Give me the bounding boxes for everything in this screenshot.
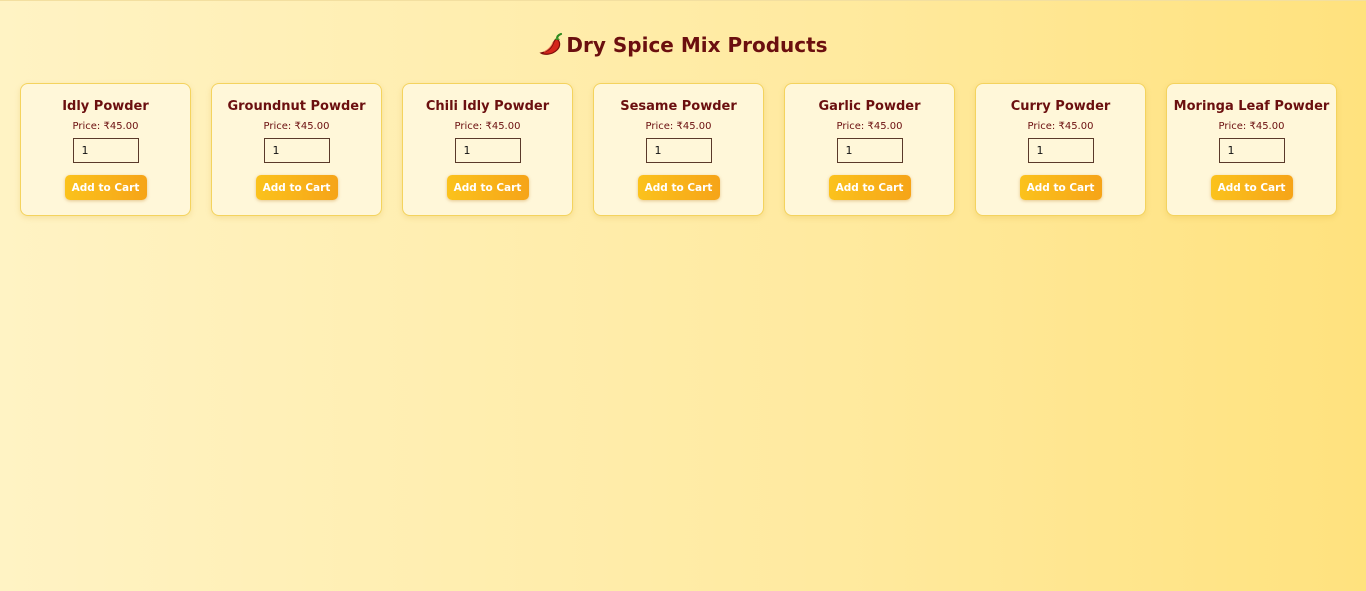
product-card: Groundnut Powder Price: ₹45.00 Add to Ca…	[211, 83, 382, 216]
page-title: Dry Spice Mix Products	[0, 31, 1366, 59]
product-price: Price: ₹45.00	[212, 120, 381, 134]
chili-pepper-icon	[539, 32, 563, 55]
price-value: ₹45.00	[1249, 121, 1285, 132]
price-label: Price:	[454, 121, 486, 132]
quantity-input[interactable]	[454, 138, 521, 163]
product-card: Idly Powder Price: ₹45.00 Add to Cart	[20, 83, 191, 216]
product-name: Sesame Powder	[620, 99, 737, 114]
page-title-text: Dry Spice Mix Products	[566, 33, 828, 57]
product-name: Groundnut Powder	[227, 99, 366, 114]
product-price: Price: ₹45.00	[21, 120, 190, 134]
add-to-cart-button[interactable]: Add to Cart	[446, 175, 529, 200]
price-label: Price:	[263, 121, 295, 132]
quantity-input[interactable]	[1027, 138, 1094, 163]
quantity-input[interactable]	[1218, 138, 1285, 163]
price-label: Price:	[1027, 121, 1059, 132]
add-to-cart-button[interactable]: Add to Cart	[828, 175, 911, 200]
product-name: Curry Powder	[1010, 99, 1111, 114]
price-label: Price:	[1218, 121, 1250, 132]
product-name: Garlic Powder	[818, 99, 921, 114]
price-label: Price:	[72, 121, 104, 132]
price-label: Price:	[836, 121, 868, 132]
add-to-cart-button[interactable]: Add to Cart	[1210, 175, 1293, 200]
add-to-cart-button[interactable]: Add to Cart	[637, 175, 720, 200]
product-price: Price: ₹45.00	[976, 120, 1145, 134]
product-card: Chili Idly Powder Price: ₹45.00 Add to C…	[402, 83, 573, 216]
quantity-input[interactable]	[645, 138, 712, 163]
quantity-input[interactable]	[263, 138, 330, 163]
product-name: Chili Idly Powder	[425, 99, 550, 114]
price-value: ₹45.00	[1058, 121, 1094, 132]
price-label: Price:	[645, 121, 677, 132]
product-price: Price: ₹45.00	[1167, 120, 1336, 134]
quantity-input[interactable]	[72, 138, 139, 163]
product-card: Moringa Leaf Powder Price: ₹45.00 Add to…	[1166, 83, 1337, 216]
price-value: ₹45.00	[676, 121, 712, 132]
price-value: ₹45.00	[103, 121, 139, 132]
product-card: Curry Powder Price: ₹45.00 Add to Cart	[975, 83, 1146, 216]
price-value: ₹45.00	[867, 121, 903, 132]
product-name: Moringa Leaf Powder	[1173, 99, 1330, 114]
product-price: Price: ₹45.00	[403, 120, 572, 134]
add-to-cart-button[interactable]: Add to Cart	[255, 175, 338, 200]
product-card: Sesame Powder Price: ₹45.00 Add to Cart	[593, 83, 764, 216]
product-grid: Idly Powder Price: ₹45.00 Add to Cart Gr…	[20, 83, 1337, 216]
add-to-cart-button[interactable]: Add to Cart	[64, 175, 147, 200]
add-to-cart-button[interactable]: Add to Cart	[1019, 175, 1102, 200]
price-value: ₹45.00	[485, 121, 521, 132]
product-name: Idly Powder	[62, 99, 149, 114]
price-value: ₹45.00	[294, 121, 330, 132]
quantity-input[interactable]	[836, 138, 903, 163]
product-price: Price: ₹45.00	[785, 120, 954, 134]
product-card: Garlic Powder Price: ₹45.00 Add to Cart	[784, 83, 955, 216]
product-price: Price: ₹45.00	[594, 120, 763, 134]
